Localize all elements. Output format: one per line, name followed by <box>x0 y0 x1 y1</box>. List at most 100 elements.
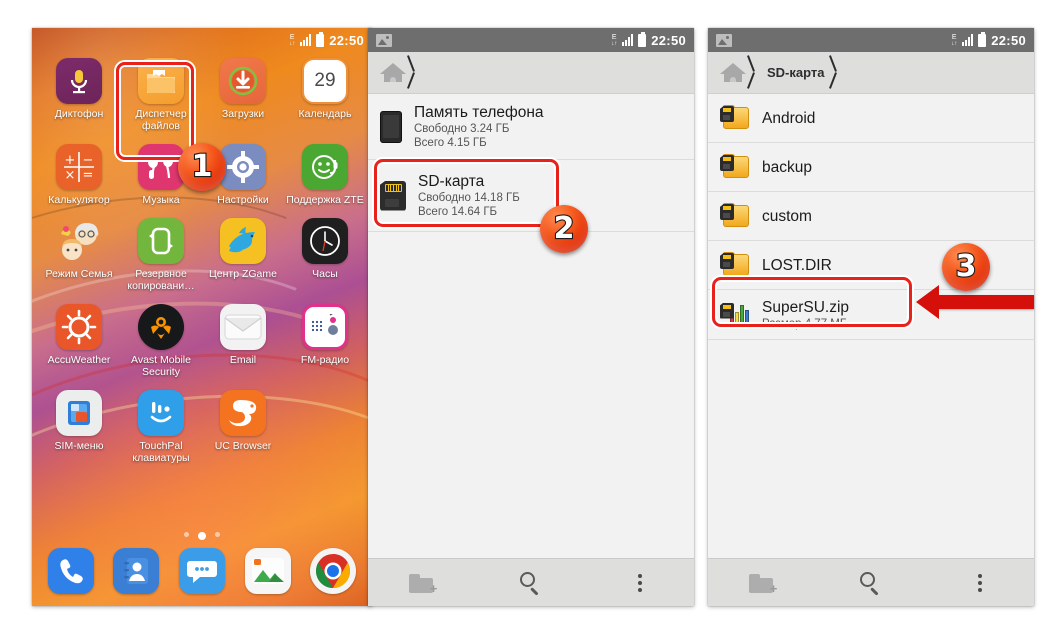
breadcrumb-item-sd-card[interactable]: SD-карта <box>764 65 828 80</box>
chevron-separator-icon <box>828 52 846 94</box>
new-folder-icon: + <box>749 573 777 595</box>
row-title: SuperSU.zip <box>762 299 850 316</box>
app-family-mode[interactable]: Режим Семья <box>38 218 120 292</box>
status-bar-clock: 22:50 <box>329 32 364 48</box>
bottom-toolbar: + <box>708 558 1034 606</box>
row-texts: SD-карта Свободно 14.18 ГБ Всего 14.64 Г… <box>418 172 520 219</box>
bottom-toolbar: + <box>368 558 694 606</box>
list-item-sd-card[interactable]: SD-карта Свободно 14.18 ГБ Всего 14.64 Г… <box>368 160 694 232</box>
app-email[interactable]: Email <box>202 304 284 378</box>
phone-panel-storage-list: E ↓↑ 22:50 Память телефона Свободно 3.24 … <box>368 28 694 606</box>
search-icon <box>859 571 882 596</box>
kebab-menu-icon <box>977 573 982 592</box>
page-dot[interactable] <box>215 532 220 537</box>
list-item-folder-backup[interactable]: backup <box>708 143 1034 192</box>
app-uc-browser[interactable]: UC Browser <box>202 390 284 464</box>
app-fm-radio[interactable]: FM-радио <box>284 304 366 378</box>
row-title: LOST.DIR <box>762 256 832 274</box>
app-calendar[interactable]: 29 Календарь <box>284 58 366 132</box>
app-backup[interactable]: Резервное копировани… <box>120 218 202 292</box>
row-title: Android <box>762 109 816 127</box>
app-downloads[interactable]: Загрузки <box>202 58 284 132</box>
app-label: Резервное копировани… <box>127 268 195 292</box>
chrome-icon[interactable] <box>310 548 357 594</box>
home-screen-wallpaper: E ↓↑ 22:50 Диктофон Диспетчер файлов Заг… <box>32 28 372 606</box>
app-sim-menu[interactable]: SIM-меню <box>38 390 120 464</box>
app-file-manager[interactable]: Диспетчер файлов <box>120 58 202 132</box>
home-icon[interactable] <box>380 62 406 83</box>
row-title: custom <box>762 207 812 225</box>
app-voice-recorder[interactable]: Диктофон <box>38 58 120 132</box>
app-label: Режим Семья <box>45 268 113 280</box>
app-touchpal[interactable]: TouchPal клавиатуры <box>120 390 202 464</box>
folder-sd-icon <box>720 252 750 278</box>
signal-bars-icon <box>622 34 634 46</box>
app-clock[interactable]: Часы <box>284 218 366 292</box>
home-icon[interactable] <box>720 62 746 83</box>
app-label: Диктофон <box>54 108 104 120</box>
messages-icon[interactable] <box>178 548 225 594</box>
list-item-folder-android[interactable]: Android <box>708 94 1034 143</box>
row-total-space: Всего 4.15 ГБ <box>414 137 487 149</box>
app-accuweather[interactable]: AccuWeather <box>38 304 120 378</box>
search-button[interactable] <box>503 563 559 603</box>
network-type-icon: E ↓↑ <box>611 33 618 47</box>
status-bar-left <box>376 33 611 47</box>
status-bar-left <box>716 33 951 47</box>
sim-menu-icon <box>56 390 102 436</box>
screenshot-notification-icon <box>376 33 392 47</box>
row-title: Память телефона <box>414 104 544 121</box>
overflow-menu-button[interactable] <box>612 563 668 603</box>
row-title: SD-карта <box>418 173 485 190</box>
page-dot-active[interactable] <box>198 532 206 540</box>
status-bar: E ↓↑ 22:50 <box>32 28 372 52</box>
svg-text:×: × <box>65 168 76 183</box>
status-bar: E ↓↑ 22:50 <box>708 28 1034 52</box>
screenshot-root: E ↓↑ 22:50 Диктофон Диспетчер файлов Заг… <box>0 0 1064 632</box>
app-label: Загрузки <box>221 108 265 120</box>
phone-storage-icon <box>380 110 402 143</box>
row-title: backup <box>762 158 812 176</box>
step-badge-1-number: 1 <box>190 149 213 184</box>
file-list: Android backup custom LOST.DIR SuperSU.z… <box>708 94 1034 558</box>
gallery-icon[interactable] <box>244 548 291 594</box>
app-label: TouchPal клавиатуры <box>132 440 190 464</box>
phone-dialer-icon[interactable] <box>47 548 94 594</box>
folder-sd-icon <box>720 203 750 229</box>
step-badge-2: 2 <box>540 205 588 253</box>
signal-bars-icon <box>962 34 974 46</box>
app-label: Поддержка ZTE <box>286 194 364 206</box>
kebab-menu-icon <box>637 573 642 592</box>
app-calculator[interactable]: + − × = Калькулятор <box>38 144 120 206</box>
home-page-indicator <box>32 532 372 540</box>
support-headset-icon <box>302 144 348 190</box>
voice-recorder-icon <box>56 58 102 104</box>
app-zgame-center[interactable]: Центр ZGame <box>202 218 284 292</box>
app-zte-support[interactable]: Поддержка ZTE <box>284 144 366 206</box>
step-badge-1: 1 <box>178 143 226 191</box>
phone-panel-home-screen: E ↓↑ 22:50 Диктофон Диспетчер файлов Заг… <box>32 28 372 606</box>
search-icon <box>519 571 542 596</box>
overflow-menu-button[interactable] <box>952 563 1008 603</box>
storage-list: Память телефона Свободно 3.24 ГБ Всего 4… <box>368 94 694 558</box>
step-badge-3-number: 3 <box>954 249 977 284</box>
app-label: Настройки <box>217 194 269 206</box>
pointer-arrow-to-supersu <box>916 285 1034 319</box>
sd-card-icon <box>380 180 406 211</box>
list-item-phone-storage[interactable]: Память телефона Свободно 3.24 ГБ Всего 4… <box>368 94 694 160</box>
zgame-dolphin-icon <box>220 218 266 264</box>
list-item-folder-custom[interactable]: custom <box>708 192 1034 241</box>
downloads-icon <box>220 58 266 104</box>
settings-gear-icon <box>220 144 266 190</box>
battery-full-icon <box>316 31 325 47</box>
status-bar-right: E ↓↑ 22:50 <box>951 31 1026 48</box>
new-folder-button[interactable]: + <box>734 563 790 603</box>
app-avast[interactable]: Avast Mobile Security <box>120 304 202 378</box>
step-badge-3: 3 <box>942 243 990 291</box>
contacts-icon[interactable] <box>113 548 160 594</box>
avast-icon <box>138 304 184 350</box>
svg-text:=: = <box>83 168 94 183</box>
page-dot[interactable] <box>184 532 189 537</box>
new-folder-button[interactable]: + <box>394 563 450 603</box>
search-button[interactable] <box>843 563 899 603</box>
